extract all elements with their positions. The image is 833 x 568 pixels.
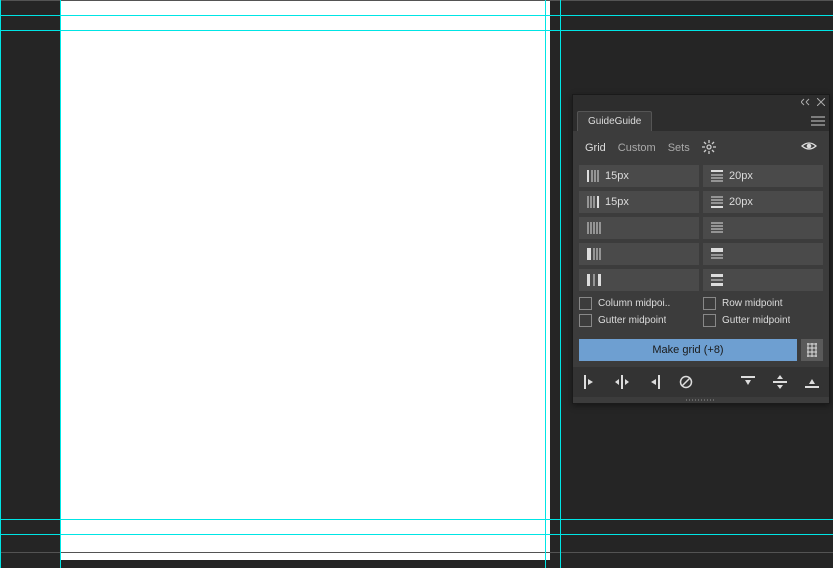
grid-icon <box>807 343 817 357</box>
gutter-midpoint-right-checkbox[interactable]: Gutter midpoint <box>703 314 823 327</box>
column-width-input[interactable] <box>579 243 699 265</box>
guide-horizontal[interactable] <box>0 534 833 535</box>
guide-horizontal[interactable] <box>0 15 833 16</box>
horizontal-right-button[interactable] <box>645 373 663 391</box>
margin-right-icon <box>587 196 599 208</box>
field-value: 15px <box>605 196 629 208</box>
horizontal-center-button[interactable] <box>613 373 631 391</box>
drag-handle[interactable] <box>573 397 829 403</box>
tab-sets[interactable]: Sets <box>668 142 690 154</box>
tab-custom[interactable]: Custom <box>618 142 656 154</box>
row-midpoint-checkbox[interactable]: Row midpoint <box>703 297 823 310</box>
guide-horizontal[interactable] <box>0 519 833 520</box>
guide-vertical[interactable] <box>0 0 1 568</box>
canvas-ruler <box>0 0 833 1</box>
column-midpoint-checkbox[interactable]: Column midpoi.. <box>579 297 699 310</box>
column-gutter-input[interactable] <box>579 269 699 291</box>
row-gutter-icon <box>711 274 723 286</box>
close-icon[interactable] <box>817 93 825 111</box>
guide-vertical[interactable] <box>60 0 61 568</box>
field-value: 20px <box>729 196 753 208</box>
field-value: 20px <box>729 170 753 182</box>
visibility-icon[interactable] <box>801 139 817 157</box>
field-value: 15px <box>605 170 629 182</box>
vertical-center-button[interactable] <box>771 373 789 391</box>
margin-top-icon <box>711 170 723 182</box>
clear-button[interactable] <box>677 373 695 391</box>
panel-tab[interactable]: GuideGuide <box>577 111 652 131</box>
column-gutter-icon <box>587 274 601 286</box>
tab-grid[interactable]: Grid <box>585 142 606 154</box>
horizontal-left-button[interactable] <box>581 373 599 391</box>
guide-horizontal[interactable] <box>0 30 833 31</box>
row-height-input[interactable] <box>703 243 823 265</box>
guide-vertical[interactable] <box>560 0 561 568</box>
gutter-midpoint-left-checkbox[interactable]: Gutter midpoint <box>579 314 699 327</box>
rows-icon <box>711 222 723 234</box>
rows-input[interactable] <box>703 217 823 239</box>
vertical-top-button[interactable] <box>739 373 757 391</box>
make-grid-button[interactable]: Make grid (+8) <box>579 339 797 361</box>
row-margin-2-input[interactable]: 20px <box>703 191 823 213</box>
column-margin-2-input[interactable]: 15px <box>579 191 699 213</box>
columns-input[interactable] <box>579 217 699 239</box>
gear-icon[interactable] <box>702 140 716 157</box>
margin-bottom-icon <box>711 196 723 208</box>
columns-icon <box>587 222 601 234</box>
column-width-icon <box>587 248 601 260</box>
column-margin-input[interactable]: 15px <box>579 165 699 187</box>
margin-left-icon <box>587 170 599 182</box>
row-height-icon <box>711 248 723 260</box>
guide-vertical[interactable] <box>545 0 546 568</box>
grid-options-button[interactable] <box>801 339 823 361</box>
collapse-icon[interactable] <box>801 93 811 111</box>
row-gutter-input[interactable] <box>703 269 823 291</box>
guideguide-panel: GuideGuide Grid Custom Sets 15px 20px 15… <box>572 94 830 404</box>
canvas[interactable] <box>60 0 550 560</box>
menu-icon[interactable] <box>811 113 825 131</box>
canvas-ruler <box>0 552 833 553</box>
row-margin-input[interactable]: 20px <box>703 165 823 187</box>
vertical-bottom-button[interactable] <box>803 373 821 391</box>
